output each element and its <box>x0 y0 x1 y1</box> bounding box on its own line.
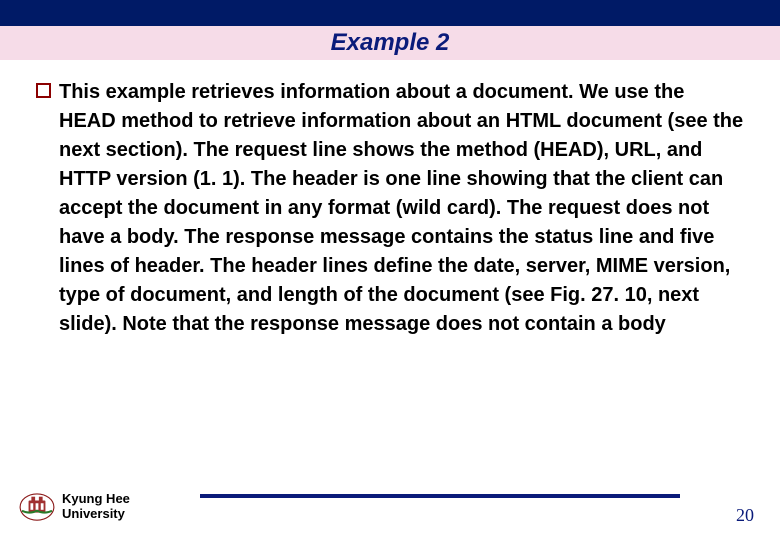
page-number: 20 <box>736 505 754 526</box>
top-accent-bar <box>0 0 780 26</box>
bullet-item: This example retrieves information about… <box>36 78 744 339</box>
university-name-line1: Kyung Hee <box>62 492 130 507</box>
footer: Kyung Hee University 20 <box>0 478 780 528</box>
university-name: Kyung Hee University <box>62 492 130 522</box>
paragraph-text: This example retrieves information about… <box>59 78 744 339</box>
title-bar: Example 2 <box>0 26 780 60</box>
university-logo-block: Kyung Hee University <box>18 492 130 522</box>
content-area: This example retrieves information about… <box>0 60 780 339</box>
university-name-line2: University <box>62 507 130 522</box>
slide-title: Example 2 <box>331 29 450 57</box>
square-bullet-icon <box>36 83 51 98</box>
footer-divider <box>200 494 680 498</box>
university-crest-icon <box>18 492 56 522</box>
